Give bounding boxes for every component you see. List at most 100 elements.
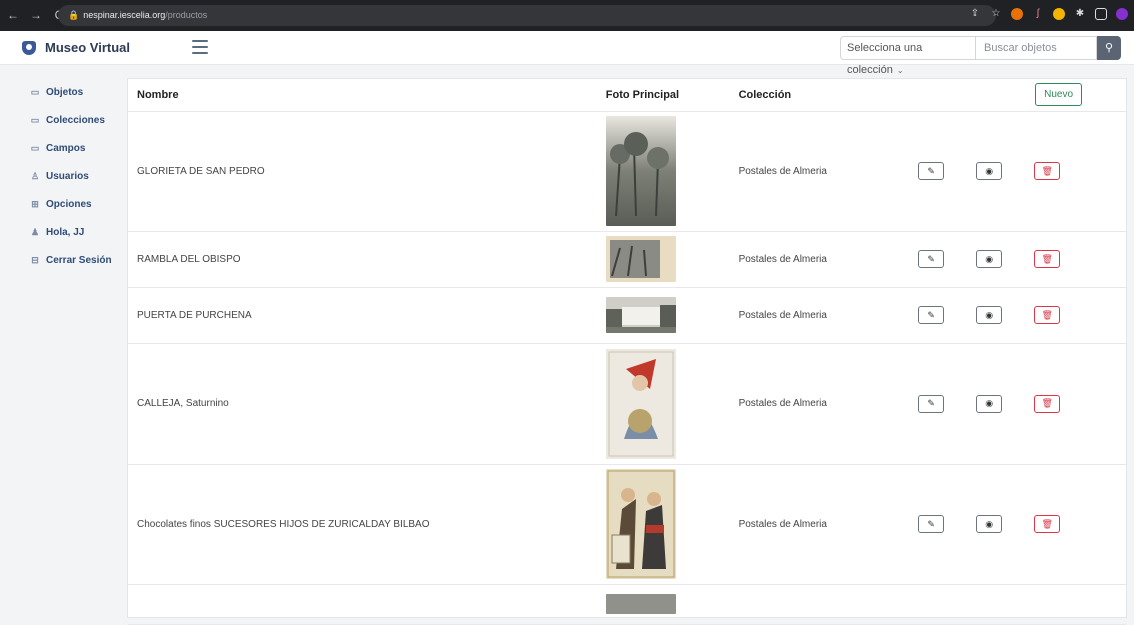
sidebar-item-label: Campos	[46, 142, 86, 154]
row-name: RAMBLA DEL OBISPO	[128, 231, 597, 288]
edit-button[interactable]: ✎	[918, 394, 945, 413]
sidebar-item-colecciones[interactable]: ▭ Colecciones	[0, 106, 118, 134]
row-actions: ✎ ◉ 🗑	[911, 343, 1126, 465]
edit-button[interactable]: ✎	[918, 250, 945, 268]
row-actions: ✎ ◉ 🗑	[911, 111, 1126, 232]
row-coleccion: Postales de Almeria	[734, 111, 912, 232]
search-button[interactable]: ⚲	[1097, 36, 1121, 60]
trash-icon: 🗑	[1041, 253, 1053, 264]
view-button[interactable]: ◉	[976, 515, 1003, 533]
table-header-row: Nombre Foto Principal Colección Nuevo	[128, 79, 1126, 112]
row-actions: ✎ ◉ 🗑	[911, 287, 1126, 344]
sidebar-item-opciones[interactable]: ⊞ Opciones	[0, 190, 118, 218]
row-name	[128, 584, 597, 625]
delete-button[interactable]: 🗑	[1034, 515, 1061, 533]
photo-thumbnail[interactable]	[605, 236, 676, 282]
pencil-icon: ✎	[927, 309, 935, 320]
sidebar-item-objetos[interactable]: ▭ Objetos	[0, 78, 118, 106]
extension-icon[interactable]	[1011, 8, 1023, 20]
search-input[interactable]	[976, 36, 1097, 60]
delete-button[interactable]: 🗑	[1034, 306, 1061, 324]
row-coleccion: Postales de Almeria	[734, 343, 912, 465]
table-row: RAMBLA DEL OBISPO Postales de Almeria ✎ …	[128, 231, 1126, 288]
trash-icon: 🗑	[1041, 309, 1053, 320]
user-icon: ♙	[30, 170, 40, 181]
action-group: ✎ ◉ 🗑	[911, 394, 1126, 413]
puzzle-icon[interactable]: ✱	[1074, 8, 1086, 20]
action-group: ✎ ◉ 🗑	[911, 250, 1126, 268]
sidebar-item-label: Objetos	[46, 86, 84, 98]
row-foto	[596, 343, 735, 465]
header-coleccion: Colección	[734, 79, 912, 112]
eye-icon: ◉	[985, 518, 994, 529]
objects-table-card: Nombre Foto Principal Colección Nuevo GL…	[127, 78, 1127, 625]
sidebar-item-campos[interactable]: ▭ Campos	[0, 134, 118, 162]
delete-button[interactable]: 🗑	[1034, 162, 1061, 180]
extension-icon[interactable]	[1053, 8, 1065, 20]
row-actions	[911, 584, 1126, 625]
back-arrow-icon[interactable]: ←	[6, 7, 20, 23]
nuevo-button[interactable]: Nuevo	[1035, 83, 1082, 107]
address-bar[interactable]: 🔒 nespinar.iescelia.org/productos	[58, 5, 996, 26]
hamburger-menu-icon[interactable]	[192, 40, 208, 54]
table-row	[128, 584, 1126, 625]
edit-button[interactable]: ✎	[918, 306, 945, 324]
photo-thumbnail[interactable]	[605, 594, 676, 614]
row-foto	[596, 464, 735, 585]
photo-thumbnail[interactable]	[605, 297, 676, 333]
brand[interactable]: Museo Virtual	[22, 40, 130, 55]
folder-icon: ▭	[30, 86, 40, 97]
star-icon[interactable]: ☆	[990, 8, 1002, 20]
pencil-icon: ✎	[927, 165, 935, 176]
trash-icon: 🗑	[1041, 398, 1053, 408]
share-icon[interactable]: ⇪	[969, 8, 981, 20]
sidebar-item-label: Opciones	[46, 198, 92, 210]
pencil-icon: ✎	[927, 398, 935, 408]
app-title: Museo Virtual	[45, 40, 131, 55]
action-group: ✎ ◉ 🗑	[911, 306, 1126, 324]
row-actions: ✎ ◉ 🗑	[911, 231, 1126, 288]
sidebar-item-hola[interactable]: ♟ Hola, JJ	[0, 218, 118, 246]
photo-thumbnail[interactable]	[605, 348, 676, 459]
row-actions: ✎ ◉ 🗑	[911, 464, 1126, 585]
folder-icon: ▭	[30, 142, 40, 153]
url-host: nespinar.iescelia.org	[83, 10, 166, 20]
row-name: Chocolates finos SUCESORES HIJOS DE ZURI…	[128, 464, 597, 585]
logout-icon: ⊟	[31, 254, 39, 265]
header-nombre: Nombre	[128, 79, 597, 112]
photo-thumbnail[interactable]	[605, 469, 676, 579]
delete-button[interactable]: 🗑	[1034, 394, 1061, 413]
row-foto	[596, 584, 735, 625]
sidebar-item-label: Hola, JJ	[46, 226, 85, 238]
delete-button[interactable]: 🗑	[1034, 250, 1061, 268]
view-button[interactable]: ◉	[976, 394, 1003, 413]
chevron-down-icon: ⌄	[896, 66, 904, 75]
view-button[interactable]: ◉	[976, 306, 1003, 324]
sidebar-item-usuarios[interactable]: ♙ Usuarios	[0, 162, 118, 190]
sidebar-item-cerrar-sesion[interactable]: ⊟ Cerrar Sesión	[0, 246, 118, 274]
eye-icon: ◉	[985, 165, 994, 176]
row-foto	[596, 287, 735, 344]
trash-icon: 🗑	[1041, 165, 1053, 176]
profile-icon[interactable]	[1116, 8, 1128, 20]
view-button[interactable]: ◉	[976, 250, 1003, 268]
trash-icon: 🗑	[1041, 518, 1053, 529]
collection-select[interactable]: Selecciona una colección ⌄	[840, 36, 976, 76]
lock-icon: 🔒	[68, 10, 80, 20]
view-button[interactable]: ◉	[976, 162, 1003, 180]
sidepanel-icon[interactable]	[1095, 8, 1107, 20]
forward-arrow-icon[interactable]: →	[29, 7, 43, 23]
folder-icon: ▭	[30, 114, 40, 125]
table-row: GLORIETA DE SAN PEDRO Postales de Almeri…	[128, 111, 1126, 232]
edit-button[interactable]: ✎	[918, 162, 945, 180]
edit-button[interactable]: ✎	[918, 515, 945, 533]
table-row: CALLEJA, Saturnino Postales de Almeria ✎	[128, 343, 1126, 465]
header-actions: Nuevo	[911, 79, 1126, 112]
person-icon: ♟	[30, 226, 40, 237]
app-header: Museo Virtual Selecciona una colección ⌄ …	[0, 31, 1134, 76]
action-group: ✎ ◉ 🗑	[911, 515, 1126, 533]
row-coleccion: Postales de Almeria	[734, 287, 912, 344]
photo-thumbnail[interactable]	[605, 116, 676, 226]
search-bar: Selecciona una colección⌄ ⚲	[840, 36, 1121, 76]
extension-icon[interactable]: ʃ	[1032, 8, 1044, 20]
